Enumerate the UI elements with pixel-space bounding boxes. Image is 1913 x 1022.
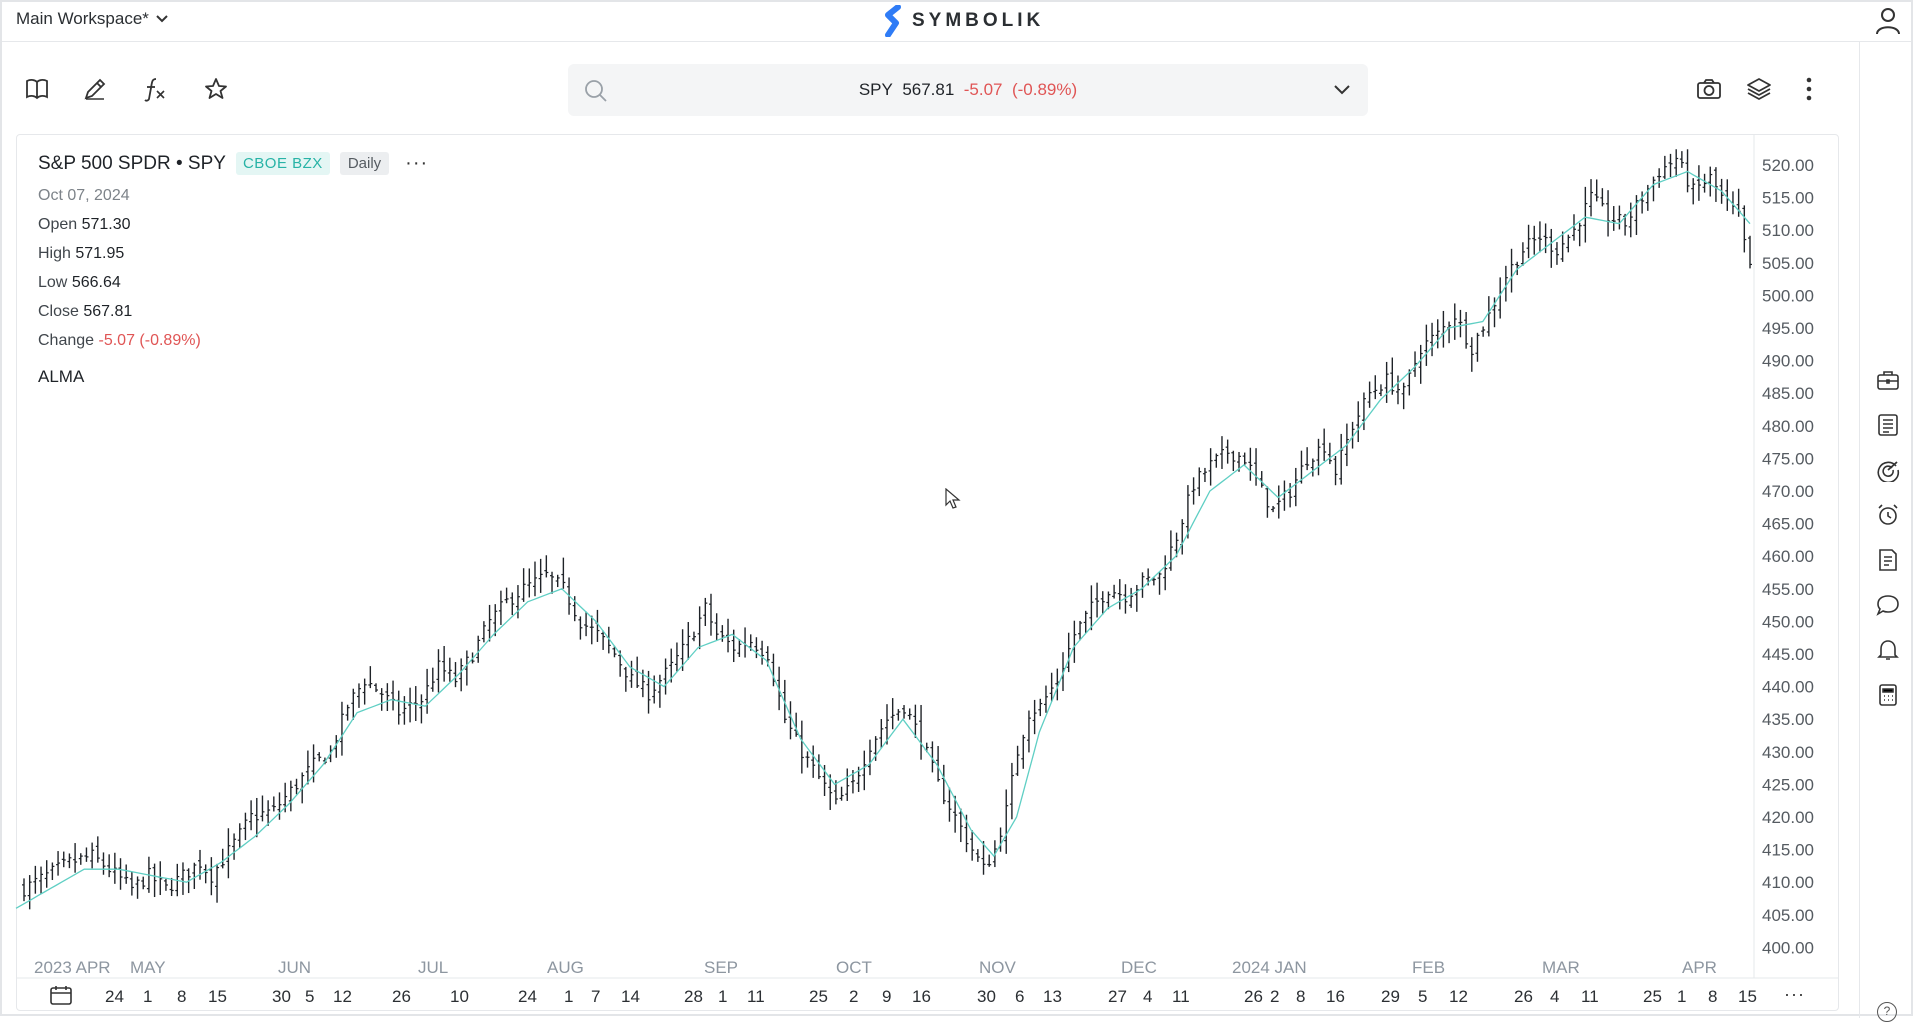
- layers-button[interactable]: [1746, 76, 1774, 104]
- exchange-badge: CBOE BZX: [235, 152, 330, 175]
- calculator-icon: [1879, 684, 1897, 706]
- chart-menu-button[interactable]: [1796, 76, 1824, 104]
- user-icon: [1876, 8, 1900, 35]
- change-value: -5.07 (-0.89%): [98, 332, 201, 349]
- symbol-search-bar[interactable]: SPY 567.81 -5.07 (-0.89%): [568, 64, 1368, 116]
- chat-button[interactable]: [1876, 593, 1900, 617]
- mouse-cursor-icon: [945, 488, 961, 509]
- radar-icon: [1877, 461, 1900, 484]
- scanner-button[interactable]: [1876, 458, 1900, 484]
- workspace-label: Main Workspace*: [16, 9, 149, 28]
- legend-open: Open 571.30: [38, 216, 428, 234]
- indicators-button[interactable]: [142, 76, 170, 104]
- high-value: 571.95: [75, 245, 125, 262]
- symbolik-logo-icon: [885, 5, 901, 37]
- legend-close: Close 567.81: [38, 303, 428, 321]
- calculator-button[interactable]: [1876, 683, 1900, 707]
- chevron-down-icon: [156, 15, 168, 23]
- library-button[interactable]: [24, 76, 52, 104]
- legend-high: High 571.95: [38, 245, 428, 263]
- close-label: Close: [38, 303, 79, 320]
- indicator-label[interactable]: ALMA: [38, 367, 428, 387]
- star-icon: [205, 78, 227, 99]
- notifications-button[interactable]: [1876, 638, 1900, 662]
- close-value: 567.81: [83, 303, 133, 320]
- legend-title-row: S&P 500 SPDR • SPY CBOE BZX Daily ···: [38, 152, 428, 175]
- function-icon: [144, 78, 165, 102]
- more-vertical-icon: [1806, 77, 1812, 101]
- briefcase-icon: [1877, 371, 1899, 390]
- legend-date: Oct 07, 2024: [38, 187, 130, 204]
- layers-icon: [1747, 78, 1771, 100]
- book-icon: [26, 79, 48, 100]
- calendar-icon: [50, 986, 72, 1005]
- portfolio-button[interactable]: [1876, 368, 1900, 392]
- symbol-ticker: SPY: [858, 80, 893, 99]
- low-value: 566.64: [71, 274, 121, 291]
- user-account-button[interactable]: [1875, 7, 1901, 40]
- notes-icon: [1879, 549, 1897, 571]
- legend-change: Change -5.07 (-0.89%): [38, 332, 428, 350]
- change-label: Change: [38, 332, 95, 349]
- chat-icon: [1876, 595, 1899, 616]
- open-label: Open: [38, 216, 78, 233]
- period-badge[interactable]: Daily: [339, 152, 390, 175]
- symbol-change-pct: (-0.89%): [1011, 80, 1078, 99]
- chevron-down-icon[interactable]: [1332, 82, 1352, 98]
- right-rail: [1859, 42, 1911, 1018]
- legend-more-button[interactable]: ···: [405, 152, 428, 175]
- low-label: Low: [38, 274, 68, 291]
- draw-button[interactable]: [82, 76, 110, 104]
- snapshot-button[interactable]: [1696, 76, 1724, 104]
- legend-low: Low 566.64: [38, 274, 428, 292]
- symbol-last-price: 567.81: [902, 80, 955, 99]
- news-list-icon: [1878, 414, 1898, 436]
- pencil-icon: [84, 78, 106, 100]
- alarms-button[interactable]: [1876, 503, 1900, 527]
- chart-legend: S&P 500 SPDR • SPY CBOE BZX Daily ··· Oc…: [38, 152, 428, 387]
- date-range-button[interactable]: [50, 985, 72, 1005]
- app-window: Main Workspace* SYMBOLIK SPY 567.81 -5.0…: [0, 0, 1913, 1022]
- camera-icon: [1697, 79, 1721, 99]
- instrument-name[interactable]: S&P 500 SPDR • SPY: [38, 153, 226, 175]
- top-bar: Main Workspace* SYMBOLIK: [2, 2, 1911, 42]
- open-value: 571.30: [81, 216, 131, 233]
- high-label: High: [38, 245, 71, 262]
- bell-icon: [1877, 640, 1899, 660]
- symbol-change: -5.07: [963, 80, 1003, 99]
- brand-name: SYMBOLIK: [912, 10, 1045, 31]
- watchlist-button[interactable]: [203, 76, 231, 104]
- alarm-clock-icon: [1878, 504, 1898, 525]
- time-axis-more-button[interactable]: ···: [1784, 984, 1805, 1005]
- watchlist-panel-button[interactable]: [1876, 413, 1900, 437]
- brand-logo: SYMBOLIK: [884, 5, 1044, 37]
- symbol-quote: SPY 567.81 -5.07 (-0.89%): [568, 80, 1368, 100]
- workspace-selector[interactable]: Main Workspace*: [16, 9, 169, 29]
- notes-button[interactable]: [1876, 548, 1900, 572]
